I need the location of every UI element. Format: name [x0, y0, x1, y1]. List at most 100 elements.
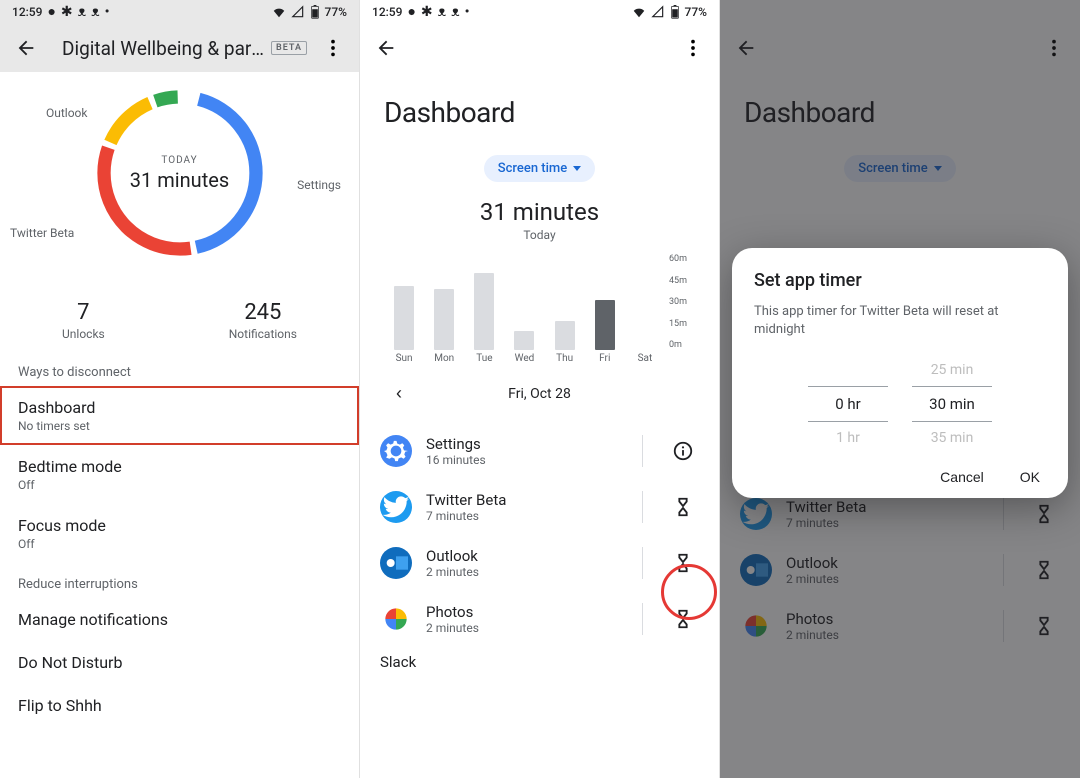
bar-wed[interactable]: [514, 331, 534, 350]
more-icon: •: [465, 5, 470, 19]
app-usage: 2 minutes: [426, 565, 620, 579]
ylabel: 60m: [669, 254, 695, 264]
app-row[interactable]: Outlook2 minutes: [360, 535, 719, 591]
ok-button[interactable]: OK: [1014, 468, 1046, 486]
app-icon: ᴥ: [438, 5, 447, 19]
app-icon: ᴥ: [91, 5, 100, 19]
slack-icon: ✱: [61, 5, 73, 19]
ylabel: 0m: [669, 340, 695, 350]
app-bar: Digital Wellbeing & pare... BETA: [0, 24, 359, 72]
row-focus[interactable]: Focus mode Off: [0, 504, 359, 563]
bar-tue[interactable]: [474, 273, 494, 350]
beta-badge: BETA: [271, 41, 307, 55]
timer-button[interactable]: [665, 545, 701, 581]
back-button[interactable]: [366, 28, 406, 68]
row-dnd[interactable]: Do Not Disturb: [0, 641, 359, 684]
xlabel: Tue: [464, 353, 504, 364]
section-ways: Ways to disconnect: [0, 351, 359, 386]
cancel-button[interactable]: Cancel: [934, 468, 990, 486]
annot-settings: Settings: [297, 178, 341, 192]
page-title: Dashboard: [360, 72, 719, 137]
status-bar: 12:59 ● ✱ ᴥ ᴥ • 77%: [360, 0, 719, 24]
app-list: Settings16 minutesTwitter Beta7 minutesO…: [360, 423, 719, 647]
date-label: Fri, Oct 28: [508, 386, 571, 402]
row-manage-notif[interactable]: Manage notifications: [0, 598, 359, 641]
xlabel: Sat: [625, 353, 665, 364]
overflow-menu-button[interactable]: [673, 28, 713, 68]
screen-wellbeing: 12:59 ● ✱ ᴥ ᴥ • 77% Digital Wellbeing & …: [0, 0, 360, 778]
prev-day-button[interactable]: ‹: [390, 382, 408, 405]
app-icon: ᴥ: [78, 5, 87, 19]
chip-screen-time[interactable]: Screen time: [484, 155, 595, 182]
battery-icon: [310, 5, 320, 19]
xlabel: Sun: [384, 353, 424, 364]
section-reduce: Reduce interruptions: [0, 563, 359, 598]
row-bedtime[interactable]: Bedtime mode Off: [0, 445, 359, 504]
overflow-menu-button[interactable]: [313, 28, 353, 68]
signal-icon: [291, 5, 305, 19]
battery-icon: [670, 5, 680, 19]
app-icon: [380, 547, 412, 579]
app-icon: ᴥ: [451, 5, 460, 19]
ylabel: 30m: [669, 297, 695, 307]
back-button[interactable]: [6, 28, 46, 68]
donut-label: TODAY: [161, 155, 197, 166]
ylabel: 15m: [669, 319, 695, 329]
divider: [642, 435, 643, 467]
chevron-down-icon: [573, 166, 581, 171]
timer-button[interactable]: [665, 601, 701, 637]
more-icon: •: [105, 5, 110, 19]
divider: [642, 547, 643, 579]
app-name: Settings: [426, 435, 620, 453]
xlabel: Mon: [424, 353, 464, 364]
picker-hours[interactable]: 0 hr 1 hr: [808, 354, 888, 454]
stat-unlocks[interactable]: 7 Unlocks: [62, 300, 105, 341]
bar-fri[interactable]: [595, 300, 615, 350]
messenger-icon: ●: [47, 5, 55, 19]
stat-notifications[interactable]: 245 Notifications: [229, 300, 297, 341]
app-name: Photos: [426, 603, 620, 621]
usage-chart[interactable]: SunMonTueWedThuFriSat 60m45m30m15m0m: [384, 254, 695, 364]
slack-icon: ✱: [421, 5, 433, 19]
dialog-desc: This app timer for Twitter Beta will res…: [754, 303, 1046, 338]
wifi-icon: [632, 5, 646, 19]
app-icon: [380, 603, 412, 635]
app-row[interactable]: Photos2 minutes: [360, 591, 719, 647]
page-title: Digital Wellbeing & pare...: [52, 37, 265, 60]
screen-dashboard: 12:59 ● ✱ ᴥ ᴥ • 77% Dashboard Screen tim…: [360, 0, 720, 778]
divider: [642, 603, 643, 635]
screen-dialog: 12:59 ● ✱ ᴥ ᴥ • 77% Dashbo: [720, 0, 1080, 778]
dialog-title: Set app timer: [754, 270, 1046, 291]
set-timer-dialog: Set app timer This app timer for Twitter…: [732, 248, 1068, 498]
ylabel: 45m: [669, 276, 695, 286]
app-row[interactable]: Twitter Beta7 minutes: [360, 479, 719, 535]
status-time: 12:59: [372, 5, 402, 19]
info-button[interactable]: [665, 433, 701, 469]
xlabel: Wed: [504, 353, 544, 364]
timer-button[interactable]: [665, 489, 701, 525]
app-usage: 7 minutes: [426, 509, 620, 523]
bar-mon[interactable]: [434, 289, 454, 350]
bar-sun[interactable]: [394, 286, 414, 350]
row-dashboard[interactable]: Dashboard No timers set: [0, 386, 359, 445]
donut-value: 31 minutes: [130, 168, 229, 192]
metric-sub: Today: [360, 228, 719, 242]
battery-pct: 77%: [325, 5, 347, 19]
app-usage: 16 minutes: [426, 453, 620, 467]
row-flip[interactable]: Flip to Shhh: [0, 684, 359, 727]
wifi-icon: [272, 5, 286, 19]
app-bar: [360, 24, 719, 72]
usage-donut[interactable]: TODAY 31 minutes Outlook Settings Twitte…: [0, 78, 359, 278]
bar-thu[interactable]: [555, 321, 575, 350]
app-icon: [380, 491, 412, 523]
messenger-icon: ●: [407, 5, 415, 19]
app-icon: [380, 435, 412, 467]
app-row[interactable]: Settings16 minutes: [360, 423, 719, 479]
status-time: 12:59: [12, 5, 42, 19]
signal-icon: [651, 5, 665, 19]
annot-outlook: Outlook: [46, 106, 87, 120]
row-cutoff: Slack: [360, 647, 719, 677]
date-nav: ‹ Fri, Oct 28: [360, 364, 719, 423]
picker-minutes[interactable]: 25 min 30 min 35 min: [912, 354, 992, 454]
app-name: Twitter Beta: [426, 491, 620, 509]
